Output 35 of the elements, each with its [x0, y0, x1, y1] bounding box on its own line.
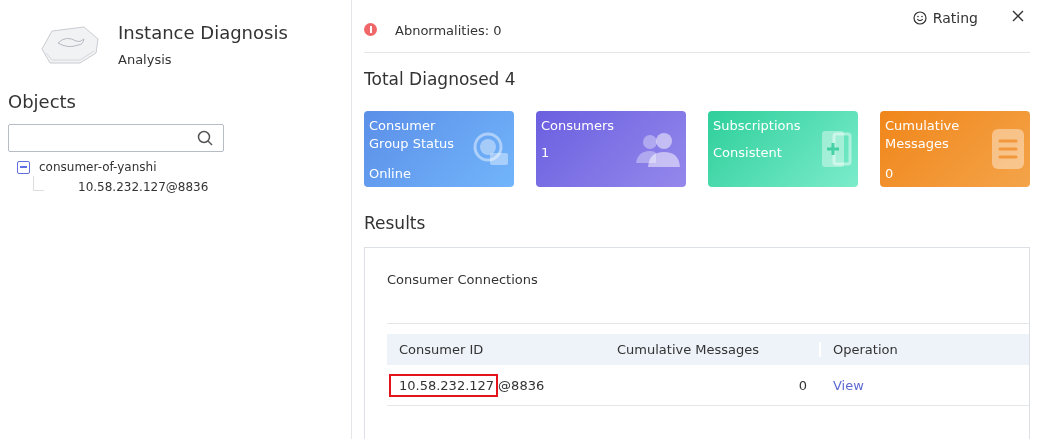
results-heading: Results: [364, 213, 427, 233]
smiley-icon: [912, 11, 927, 25]
search-field[interactable]: [8, 124, 224, 152]
search-icon: [197, 130, 213, 146]
app-title: Instance Diagnosis: [118, 22, 288, 43]
column-header: Consumer ID: [398, 342, 485, 357]
card-title: Consumers: [541, 117, 616, 135]
view-link[interactable]: View: [833, 377, 864, 393]
section-title: Objects: [8, 91, 77, 112]
card-value: Online: [369, 166, 412, 181]
close-icon[interactable]: [1012, 10, 1024, 22]
alert-icon: [364, 22, 377, 36]
card-title: Cumulative Messages: [885, 117, 961, 153]
table-cell-text: @8836: [498, 377, 545, 393]
document-icon: [992, 129, 1024, 169]
table-cell-text: 0: [797, 377, 808, 393]
column-header: Cumulative Messages: [616, 342, 761, 357]
section-title: Consumer Connections: [387, 272, 539, 287]
collapse-toggle[interactable]: [17, 160, 30, 174]
app-subtitle: Analysis: [118, 52, 173, 67]
card-value: Consistent: [713, 145, 783, 160]
users-icon: [636, 131, 680, 167]
card-title: Consumer Group Status: [369, 117, 456, 153]
card-title: Subscriptions: [713, 117, 802, 135]
card-value: 1: [541, 145, 551, 160]
card-value: 0: [885, 166, 895, 181]
globe-icon: [472, 131, 508, 167]
total-diagnosed-heading: Total Diagnosed 4: [364, 69, 517, 89]
tree-item[interactable]: consumer-of-yanshi: [39, 160, 157, 174]
column-header: Operation: [819, 342, 1029, 357]
tree-item[interactable]: 10.58.232.127@8836: [78, 180, 209, 194]
abnormalities-text: Abnormalities: 0: [395, 22, 502, 38]
document-plus-icon: [820, 131, 852, 167]
table-cell-text: 10.58.232.127: [389, 373, 499, 397]
rating-button[interactable]: Rating: [912, 10, 978, 26]
